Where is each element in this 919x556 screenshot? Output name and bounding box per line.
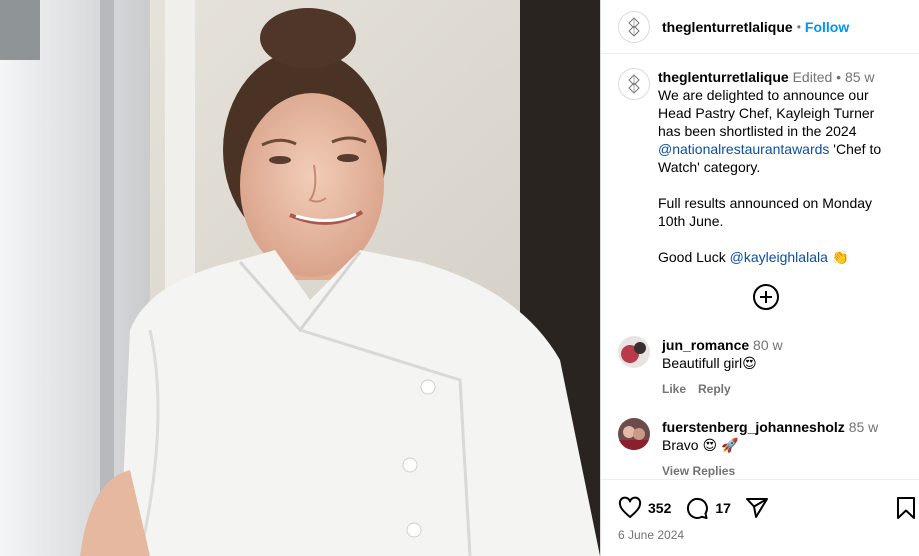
mention-national-restaurant-awards[interactable]: @nationalrestaurantawards (658, 141, 829, 157)
post-header: theglenturretlalique • Follow (601, 0, 919, 54)
caption-para2: Full results announced on Monday 10th Ju… (658, 195, 873, 229)
heart-icon (618, 496, 642, 518)
chef-photo-illustration (0, 0, 600, 556)
profile-avatar[interactable] (618, 10, 650, 43)
caption-username[interactable]: theglenturretlalique (658, 69, 789, 85)
share-icon (745, 498, 768, 518)
header-separator: • (796, 19, 801, 34)
comment-avatar[interactable] (618, 418, 650, 450)
caption-line1: We are delighted to announce our Head Pa… (658, 87, 875, 139)
comment-actions: View Replies (662, 462, 878, 479)
caption-edited: Edited (792, 69, 833, 85)
comment-like-button[interactable]: Like (662, 380, 686, 398)
comment-actions: Like Reply (662, 380, 783, 398)
header-username[interactable]: theglenturretlalique (662, 19, 793, 35)
caption-text: theglenturretlalique Edited • 85 w We ar… (658, 68, 900, 266)
avatar-image (618, 418, 650, 450)
save-button[interactable] (895, 496, 917, 520)
clap-emoji: 👏 (831, 249, 850, 265)
logo-icon (628, 16, 640, 37)
like-button[interactable] (618, 496, 642, 520)
comment-time: 85 w (848, 419, 879, 435)
like-count[interactable]: 352 (648, 500, 671, 516)
comment-username[interactable]: jun_romance (662, 337, 749, 353)
caption-para3-prefix: Good Luck (658, 249, 730, 265)
post-actions-footer: 352 17 6 June 2024 (601, 479, 919, 556)
logo-icon (628, 74, 640, 94)
action-icons: 352 17 (601, 480, 919, 520)
comment-item: jun_romance 80 w Beautifull girl😍 Like R… (601, 336, 919, 398)
comment-reply-button[interactable]: Reply (698, 380, 731, 398)
comment-icon (687, 497, 709, 519)
follow-button[interactable]: Follow (805, 19, 849, 35)
view-replies-button[interactable]: View Replies (662, 462, 735, 479)
comment-count[interactable]: 17 (715, 500, 731, 516)
post-photo[interactable] (0, 0, 600, 556)
comment-button[interactable] (685, 496, 709, 520)
caption-avatar[interactable] (618, 68, 650, 100)
caption-dot: • (836, 69, 842, 85)
comment-body: jun_romance 80 w Beautifull girl😍 Like R… (662, 336, 783, 398)
post-side-panel: theglenturretlalique • Follow theglentur… (600, 0, 919, 556)
post-date: 6 June 2024 (618, 528, 685, 542)
comment-time: 80 w (753, 337, 783, 353)
caption-time[interactable]: 85 w (845, 69, 875, 85)
post-caption: theglenturretlalique Edited • 85 w We ar… (601, 55, 919, 266)
comment-body: fuerstenberg_johannesholz 85 w Bravo 😍 🚀… (662, 418, 878, 479)
caption-para3: Good Luck @kayleighlalala 👏 (658, 248, 900, 266)
comments-scroll-area[interactable]: theglenturretlalique Edited • 85 w We ar… (601, 55, 919, 479)
comment-username[interactable]: fuerstenberg_johannesholz (662, 419, 845, 435)
bookmark-icon (897, 497, 915, 519)
comment-text: Bravo 😍 🚀 (662, 437, 739, 453)
comment-avatar[interactable] (618, 336, 650, 368)
comment-item: fuerstenberg_johannesholz 85 w Bravo 😍 🚀… (601, 418, 919, 479)
avatar-image (618, 336, 650, 368)
load-more-comments[interactable] (601, 284, 919, 310)
comment-text: Beautifull girl😍 (662, 355, 757, 371)
add-comments-icon[interactable] (753, 284, 779, 310)
mention-kayleighlalala[interactable]: @kayleighlalala (730, 249, 828, 265)
share-button[interactable] (745, 496, 769, 520)
